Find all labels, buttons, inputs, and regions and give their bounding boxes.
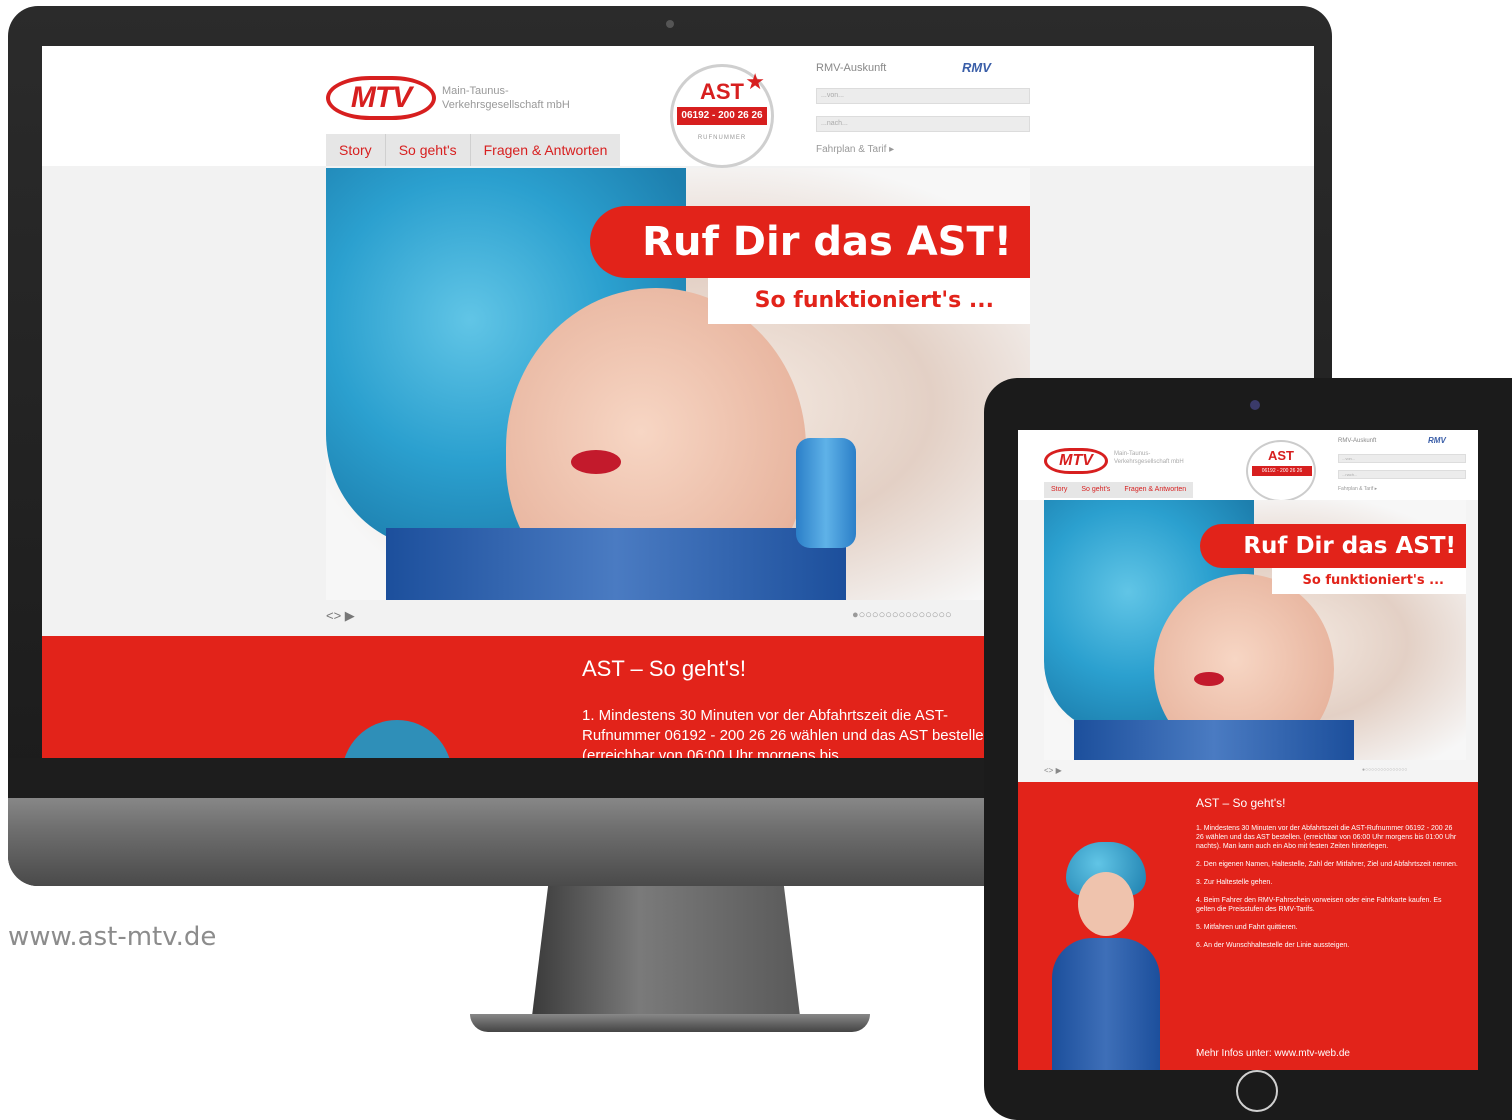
fahrplan-tarif-link[interactable]: Fahrplan & Tarif ▸ [816,144,894,155]
monitor-stand-base [470,1014,870,1032]
tablet-fahrplan-link[interactable]: Fahrplan & Tarif ▸ [1338,486,1377,492]
tablet-slider-dots[interactable]: ●○○○○○○○○○○○○○○ [1362,767,1407,773]
tablet-rmv-title: RMV-Auskunft [1338,438,1377,444]
phone-woman-image [1046,842,1166,1070]
tablet-hero-headline: Ruf Dir das AST! [1200,524,1466,568]
section-woman-image [342,720,452,758]
hero-lips [571,450,621,474]
hero-dress [386,528,846,600]
tablet-hero-slider[interactable]: Ruf Dir das AST! So funktioniert's ... [1044,500,1466,760]
tablet-home-button[interactable] [1236,1070,1278,1112]
nav-item-so-gehts[interactable]: So geht's [386,134,471,166]
list-item: 5. Mitfahren und Fahrt quittieren. [1196,924,1298,931]
mtv-logo[interactable]: MTV [326,76,436,120]
rmv-logo[interactable]: RMV [962,60,991,75]
main-nav: Story So geht's Fragen & Antworten [326,134,621,166]
tablet-site-header: MTV Main-Taunus- Verkehrsgesellschaft mb… [1018,430,1478,502]
section-heading: AST – So geht's! [582,656,747,681]
ast-phone-badge: AST ★ 06192 - 200 26 26 RUFNUMMER [670,64,774,168]
tablet-company-name: Main-Taunus- Verkehrsgesellschaft mbH [1114,451,1184,465]
tablet-badge-phone: 06192 - 200 26 26 [1252,466,1312,476]
tablet-mtv-logo[interactable]: MTV [1044,448,1108,474]
rmv-from-input[interactable]: ...von... [816,88,1030,104]
tablet-nav-so-gehts[interactable]: So geht's [1074,482,1117,498]
tablet-main-nav: Story So geht's Fragen & Antworten [1044,482,1194,498]
list-item: 3. Zur Haltestelle gehen. [1196,879,1273,886]
site-header: MTV Main-Taunus- Verkehrsgesellschaft mb… [42,46,1314,168]
list-item: 4. Beim Fahrer den RMV-Fahrschein vorwei… [1196,897,1442,913]
rmv-title: RMV-Auskunft [816,62,887,74]
tablet-rmv-to-input[interactable]: ...nach... [1338,470,1466,479]
tablet-rmv-logo[interactable]: RMV [1428,436,1446,445]
tablet-hero-subline-link[interactable]: So funktioniert's ... [1272,568,1466,594]
tablet-device: MTV Main-Taunus- Verkehrsgesellschaft mb… [984,378,1512,1120]
monitor-stand [532,886,800,1016]
badge-subtitle: RUFNUMMER [697,135,747,141]
nav-item-story[interactable]: Story [326,134,386,166]
tablet-rmv-from-input[interactable]: ...von... [1338,454,1466,463]
tablet-badge-title: AST [1268,448,1294,463]
tablet-section-heading: AST – So geht's! [1196,796,1286,810]
website-url: www.ast-mtv.de [8,922,217,952]
star-icon: ★ [745,69,765,94]
tablet-screen: MTV Main-Taunus- Verkehrsgesellschaft mb… [1018,430,1478,1070]
woman-face [1078,872,1134,936]
badge-phone-number: 06192 - 200 26 26 [677,107,767,125]
step-1-text: 1. Mindestens 30 Minuten vor der Abfahrt… [582,707,997,758]
slider-dots[interactable]: ●○○○○○○○○○○○○○○ [852,609,952,621]
monitor-camera [666,20,674,28]
list-item: 2. Den eigenen Namen, Haltestelle, Zahl … [1196,861,1458,868]
tablet-how-it-works-section: AST – So geht's! 1. Mindestens 30 Minute… [1018,782,1478,1070]
tablet-ast-badge: AST 06192 - 200 26 26 [1246,440,1316,502]
list-item: 6. An der Wunschhaltestelle der Linie au… [1196,942,1350,949]
rmv-to-input[interactable]: ...nach... [816,116,1030,132]
tablet-hero-lips [1194,672,1224,686]
company-name: Main-Taunus- Verkehrsgesellschaft mbH [442,85,570,111]
more-info-link[interactable]: Mehr Infos unter: www.mtv-web.de [1196,1048,1350,1059]
tablet-hero-dress [1074,720,1354,760]
list-item: 1. Mindestens 30 Minuten vor der Abfahrt… [1196,825,1457,850]
hero-slider[interactable]: Ruf Dir das AST! So funktioniert's ... [326,168,1030,600]
hero-headline: Ruf Dir das AST! [590,206,1030,278]
woman-dress [1052,938,1160,1070]
hero-subline-link[interactable]: So funktioniert's ... [708,278,1030,324]
tablet-camera [1250,400,1260,410]
slider-controls[interactable]: <> ▶ [326,608,355,624]
steps-list: 1. Mindestens 30 Minuten vor der Abfahrt… [1196,824,1462,959]
tablet-slider-controls[interactable]: <> ▶ [1044,766,1062,775]
hero-spray-bottle [796,438,856,548]
tablet-nav-faq[interactable]: Fragen & Antworten [1117,482,1193,498]
nav-item-faq[interactable]: Fragen & Antworten [471,134,621,166]
tablet-nav-story[interactable]: Story [1044,482,1074,498]
